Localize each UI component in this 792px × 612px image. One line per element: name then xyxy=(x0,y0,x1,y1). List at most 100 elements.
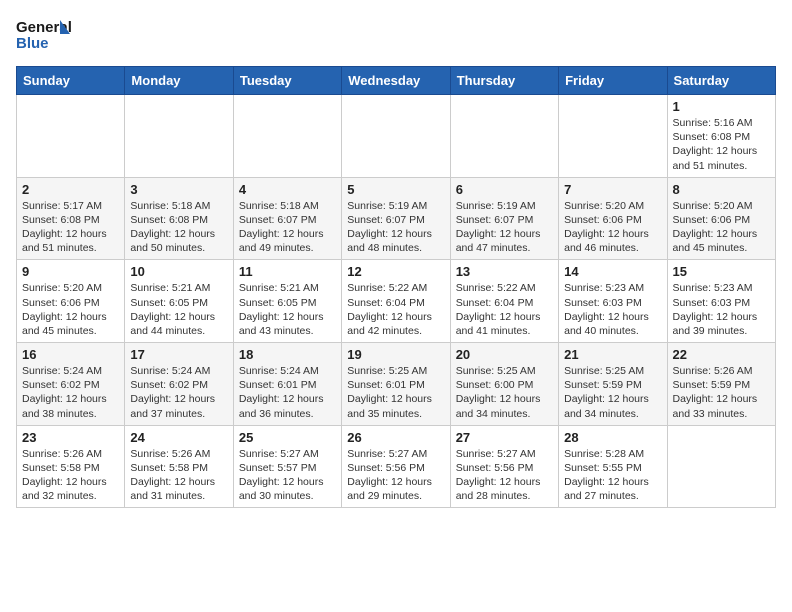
day-info: Sunrise: 5:18 AM Sunset: 6:07 PM Dayligh… xyxy=(239,199,336,256)
day-info: Sunrise: 5:21 AM Sunset: 6:05 PM Dayligh… xyxy=(130,281,227,338)
day-info: Sunrise: 5:19 AM Sunset: 6:07 PM Dayligh… xyxy=(456,199,553,256)
calendar-cell: 9 Sunrise: 5:20 AM Sunset: 6:06 PM Daylig… xyxy=(17,260,125,343)
calendar-cell: 21Sunrise: 5:25 AM Sunset: 5:59 PM Dayli… xyxy=(559,343,667,426)
header-tuesday: Tuesday xyxy=(233,67,341,95)
day-number: 25 xyxy=(239,430,336,445)
calendar-cell: 12 Sunrise: 5:22 AM Sunset: 6:04 PM Dayli… xyxy=(342,260,450,343)
calendar-cell: 6 Sunrise: 5:19 AM Sunset: 6:07 PM Daylig… xyxy=(450,177,558,260)
calendar-table: SundayMondayTuesdayWednesdayThursdayFrid… xyxy=(16,66,776,508)
day-number: 8 xyxy=(673,182,770,197)
day-info: Sunrise: 5:20 AM Sunset: 6:06 PM Dayligh… xyxy=(22,281,119,338)
day-info: Sunrise: 5:26 AM Sunset: 5:59 PM Dayligh… xyxy=(673,364,770,421)
calendar-cell: 4 Sunrise: 5:18 AM Sunset: 6:07 PM Daylig… xyxy=(233,177,341,260)
header-saturday: Saturday xyxy=(667,67,775,95)
calendar-cell: 14 Sunrise: 5:23 AM Sunset: 6:03 PM Dayli… xyxy=(559,260,667,343)
calendar-cell xyxy=(450,95,558,178)
day-number: 1 xyxy=(673,99,770,114)
calendar-cell xyxy=(667,425,775,508)
calendar-week-row: 16 Sunrise: 5:24 AM Sunset: 6:02 PM Dayli… xyxy=(17,343,776,426)
calendar-cell: 8Sunrise: 5:20 AM Sunset: 6:06 PM Daylig… xyxy=(667,177,775,260)
logo-svg: GeneralBlue xyxy=(16,16,76,54)
day-number: 11 xyxy=(239,264,336,279)
day-number: 3 xyxy=(130,182,227,197)
day-info: Sunrise: 5:25 AM Sunset: 6:01 PM Dayligh… xyxy=(347,364,444,421)
page-header: GeneralBlue xyxy=(16,16,776,54)
calendar-cell: 20Sunrise: 5:25 AM Sunset: 6:00 PM Dayli… xyxy=(450,343,558,426)
calendar-cell: 15 Sunrise: 5:23 AM Sunset: 6:03 PM Dayli… xyxy=(667,260,775,343)
day-number: 9 xyxy=(22,264,119,279)
logo: GeneralBlue xyxy=(16,16,76,54)
header-monday: Monday xyxy=(125,67,233,95)
day-number: 16 xyxy=(22,347,119,362)
calendar-cell: 5 Sunrise: 5:19 AM Sunset: 6:07 PM Daylig… xyxy=(342,177,450,260)
svg-text:Blue: Blue xyxy=(16,35,49,52)
day-number: 26 xyxy=(347,430,444,445)
calendar-week-row: 23 Sunrise: 5:26 AM Sunset: 5:58 PM Dayli… xyxy=(17,425,776,508)
calendar-cell: 17 Sunrise: 5:24 AM Sunset: 6:02 PM Dayli… xyxy=(125,343,233,426)
calendar-cell: 19 Sunrise: 5:25 AM Sunset: 6:01 PM Dayli… xyxy=(342,343,450,426)
header-thursday: Thursday xyxy=(450,67,558,95)
calendar-cell: 3 Sunrise: 5:18 AM Sunset: 6:08 PM Daylig… xyxy=(125,177,233,260)
day-info: Sunrise: 5:23 AM Sunset: 6:03 PM Dayligh… xyxy=(564,281,661,338)
day-number: 14 xyxy=(564,264,661,279)
day-number: 10 xyxy=(130,264,227,279)
header-friday: Friday xyxy=(559,67,667,95)
calendar-cell: 22 Sunrise: 5:26 AM Sunset: 5:59 PM Dayli… xyxy=(667,343,775,426)
day-info: Sunrise: 5:18 AM Sunset: 6:08 PM Dayligh… xyxy=(130,199,227,256)
header-sunday: Sunday xyxy=(17,67,125,95)
day-number: 23 xyxy=(22,430,119,445)
day-info: Sunrise: 5:24 AM Sunset: 6:01 PM Dayligh… xyxy=(239,364,336,421)
calendar-week-row: 1 Sunrise: 5:16 AM Sunset: 6:08 PM Daylig… xyxy=(17,95,776,178)
calendar-header-row: SundayMondayTuesdayWednesdayThursdayFrid… xyxy=(17,67,776,95)
calendar-cell xyxy=(233,95,341,178)
day-number: 17 xyxy=(130,347,227,362)
day-number: 28 xyxy=(564,430,661,445)
day-info: Sunrise: 5:28 AM Sunset: 5:55 PM Dayligh… xyxy=(564,447,661,504)
calendar-cell: 26 Sunrise: 5:27 AM Sunset: 5:56 PM Dayli… xyxy=(342,425,450,508)
day-number: 19 xyxy=(347,347,444,362)
day-info: Sunrise: 5:26 AM Sunset: 5:58 PM Dayligh… xyxy=(130,447,227,504)
calendar-cell: 24 Sunrise: 5:26 AM Sunset: 5:58 PM Dayli… xyxy=(125,425,233,508)
calendar-cell xyxy=(559,95,667,178)
day-number: 5 xyxy=(347,182,444,197)
day-info: Sunrise: 5:19 AM Sunset: 6:07 PM Dayligh… xyxy=(347,199,444,256)
day-info: Sunrise: 5:23 AM Sunset: 6:03 PM Dayligh… xyxy=(673,281,770,338)
day-info: Sunrise: 5:20 AM Sunset: 6:06 PM Dayligh… xyxy=(564,199,661,256)
calendar-cell xyxy=(342,95,450,178)
calendar-cell: 2 Sunrise: 5:17 AM Sunset: 6:08 PM Daylig… xyxy=(17,177,125,260)
calendar-cell xyxy=(125,95,233,178)
calendar-cell xyxy=(17,95,125,178)
day-number: 18 xyxy=(239,347,336,362)
day-number: 22 xyxy=(673,347,770,362)
calendar-cell: 27 Sunrise: 5:27 AM Sunset: 5:56 PM Dayli… xyxy=(450,425,558,508)
calendar-week-row: 9 Sunrise: 5:20 AM Sunset: 6:06 PM Daylig… xyxy=(17,260,776,343)
day-info: Sunrise: 5:22 AM Sunset: 6:04 PM Dayligh… xyxy=(347,281,444,338)
day-info: Sunrise: 5:27 AM Sunset: 5:56 PM Dayligh… xyxy=(456,447,553,504)
day-number: 24 xyxy=(130,430,227,445)
day-number: 2 xyxy=(22,182,119,197)
day-info: Sunrise: 5:24 AM Sunset: 6:02 PM Dayligh… xyxy=(22,364,119,421)
day-info: Sunrise: 5:27 AM Sunset: 5:56 PM Dayligh… xyxy=(347,447,444,504)
calendar-week-row: 2 Sunrise: 5:17 AM Sunset: 6:08 PM Daylig… xyxy=(17,177,776,260)
day-info: Sunrise: 5:16 AM Sunset: 6:08 PM Dayligh… xyxy=(673,116,770,173)
day-info: Sunrise: 5:22 AM Sunset: 6:04 PM Dayligh… xyxy=(456,281,553,338)
day-number: 15 xyxy=(673,264,770,279)
calendar-cell: 28 Sunrise: 5:28 AM Sunset: 5:55 PM Dayli… xyxy=(559,425,667,508)
day-info: Sunrise: 5:27 AM Sunset: 5:57 PM Dayligh… xyxy=(239,447,336,504)
day-number: 6 xyxy=(456,182,553,197)
day-info: Sunrise: 5:26 AM Sunset: 5:58 PM Dayligh… xyxy=(22,447,119,504)
day-info: Sunrise: 5:25 AM Sunset: 5:59 PM Dayligh… xyxy=(564,364,661,421)
calendar-cell: 1 Sunrise: 5:16 AM Sunset: 6:08 PM Daylig… xyxy=(667,95,775,178)
calendar-cell: 16 Sunrise: 5:24 AM Sunset: 6:02 PM Dayli… xyxy=(17,343,125,426)
day-info: Sunrise: 5:24 AM Sunset: 6:02 PM Dayligh… xyxy=(130,364,227,421)
calendar-cell: 11Sunrise: 5:21 AM Sunset: 6:05 PM Dayli… xyxy=(233,260,341,343)
calendar-cell: 7 Sunrise: 5:20 AM Sunset: 6:06 PM Daylig… xyxy=(559,177,667,260)
day-number: 27 xyxy=(456,430,553,445)
calendar-cell: 23 Sunrise: 5:26 AM Sunset: 5:58 PM Dayli… xyxy=(17,425,125,508)
day-number: 4 xyxy=(239,182,336,197)
day-number: 12 xyxy=(347,264,444,279)
day-info: Sunrise: 5:17 AM Sunset: 6:08 PM Dayligh… xyxy=(22,199,119,256)
day-number: 7 xyxy=(564,182,661,197)
calendar-cell: 13Sunrise: 5:22 AM Sunset: 6:04 PM Dayli… xyxy=(450,260,558,343)
header-wednesday: Wednesday xyxy=(342,67,450,95)
